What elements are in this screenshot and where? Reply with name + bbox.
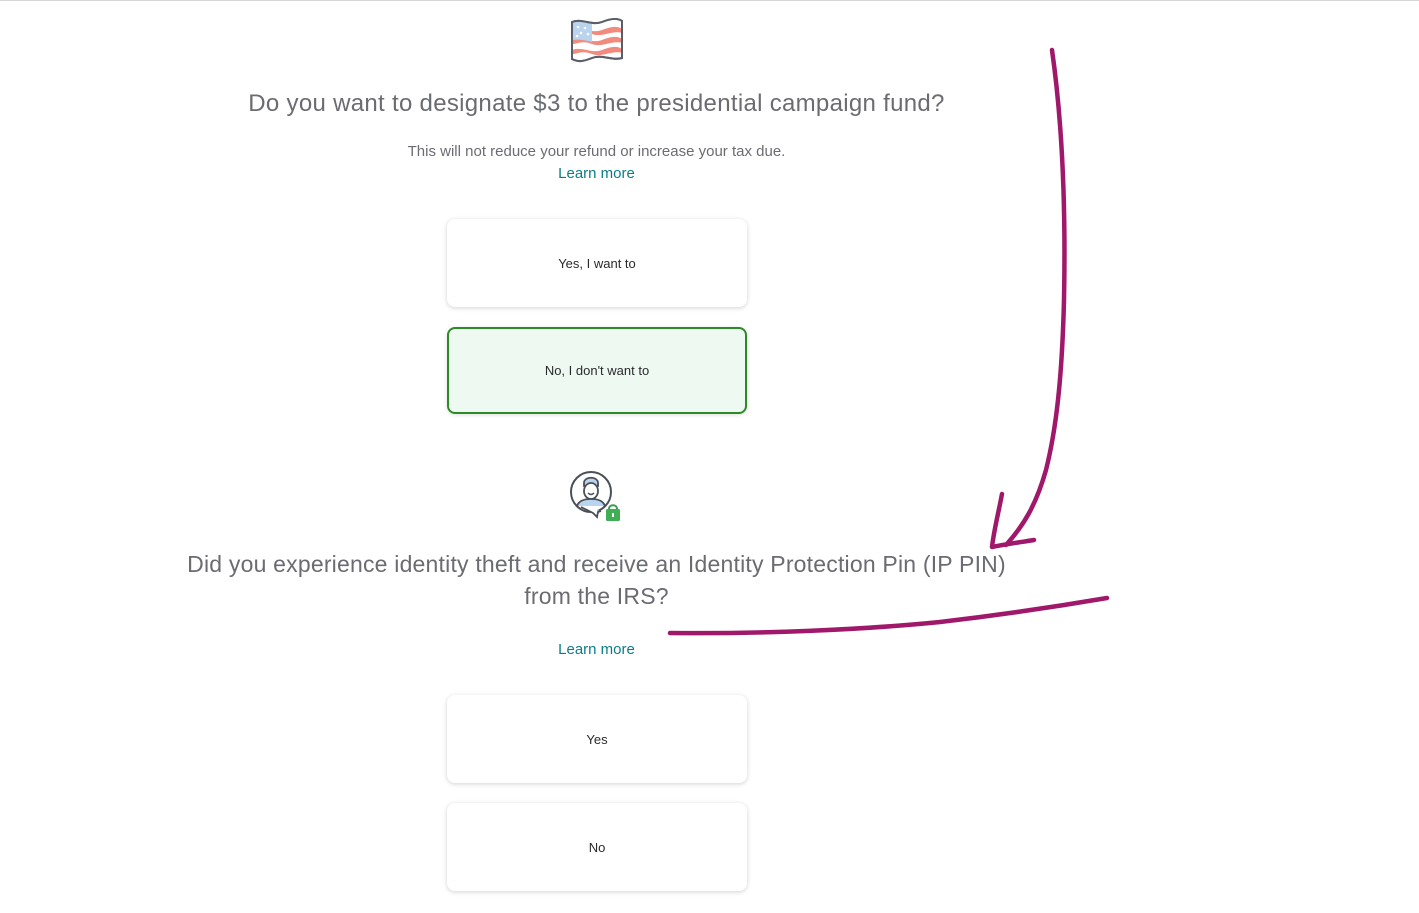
ip-pin-question-line2: from the IRS? [524,583,669,609]
ip-pin-learn-more-link[interactable]: Learn more [558,641,635,658]
choice-label: No [588,839,606,855]
ip-pin-learn-more-row: Learn more [0,641,1193,658]
campaign-fund-learn-more-row: Learn more [0,165,1193,182]
ip-pin-question-line1: Did you experience identity theft and re… [187,551,1006,577]
campaign-fund-subtitle: This will not reduce your refund or incr… [407,143,786,160]
ip-pin-question: Did you experience identity theft and re… [0,548,1193,612]
choice-label: No, I don't want to [544,363,650,378]
campaign-fund-yes-button[interactable]: Yes, I want to [447,219,747,307]
campaign-fund-question: Do you want to designate $3 to the presi… [248,90,945,117]
choice-label: Yes [586,731,608,747]
choice-label: Yes, I want to [558,255,636,271]
campaign-fund-learn-more-link[interactable]: Learn more [558,165,635,182]
identity-lock-icon [570,471,620,521]
annotation-arrow-shaft [1003,47,1067,548]
annotation-arrowhead [989,491,1037,550]
american-flag-icon [571,17,623,63]
top-divider [0,0,1419,1]
ip-pin-no-button[interactable]: No [447,803,747,891]
campaign-fund-no-button[interactable]: No, I don't want to [447,327,747,414]
ip-pin-yes-button[interactable]: Yes [447,695,747,783]
